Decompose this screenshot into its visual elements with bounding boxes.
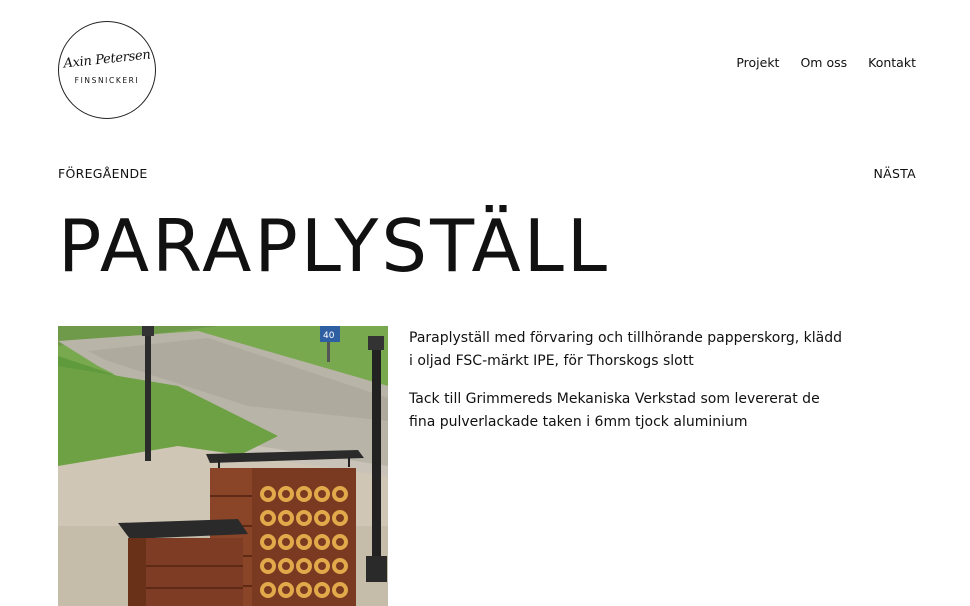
project-description: Paraplyställ med förvaring och tillhöran…	[409, 327, 849, 449]
next-link[interactable]: NÄSTA	[873, 166, 916, 181]
description-paragraph-1: Paraplyställ med förvaring och tillhöran…	[409, 330, 843, 369]
nav-link-om-oss[interactable]: Om oss	[800, 55, 847, 70]
road-sign-number: 40	[323, 331, 335, 341]
logo-subtitle: FINSNICKERI	[74, 76, 140, 85]
description-paragraph-2: Tack till Grimmereds Mekaniska Verkstad …	[409, 391, 820, 430]
main-nav: Projekt Om oss Kontakt	[736, 55, 916, 70]
page-title: PARAPLYSTÄLL	[58, 204, 610, 288]
product-photo[interactable]: 40	[58, 326, 388, 606]
brand-logo[interactable]: Axin Petersen FINSNICKERI	[58, 21, 156, 119]
logo-script-text: Axin Petersen	[62, 47, 152, 72]
previous-link[interactable]: FÖREGÅENDE	[58, 166, 148, 181]
nav-link-kontakt[interactable]: Kontakt	[868, 55, 916, 70]
nav-link-projekt[interactable]: Projekt	[736, 55, 779, 70]
